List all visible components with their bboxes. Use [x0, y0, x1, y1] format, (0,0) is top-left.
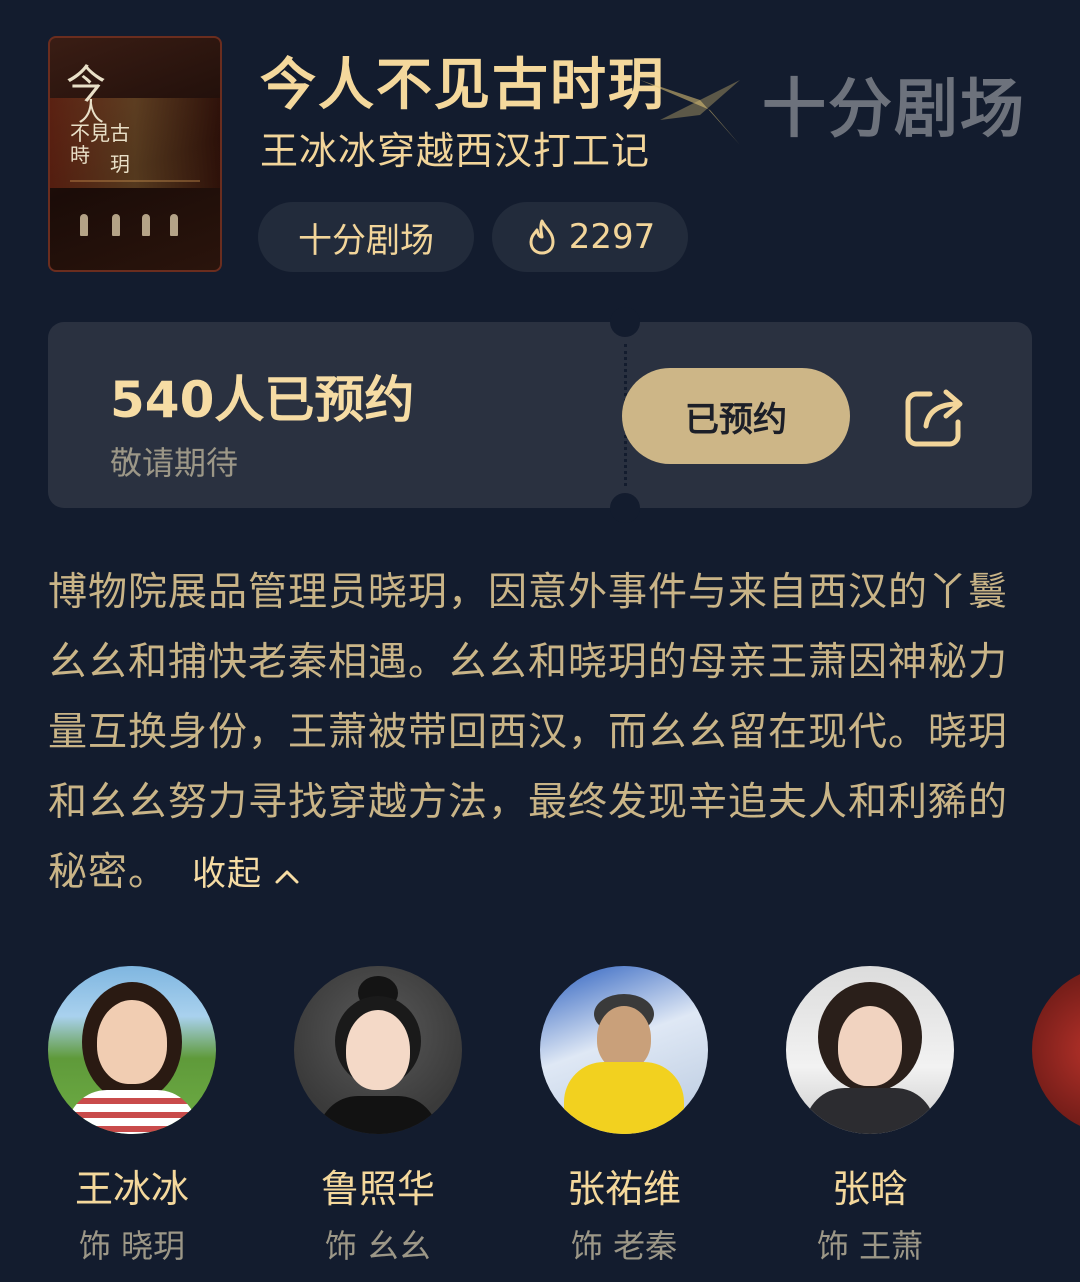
- reservation-card: 540人已预约 敬请期待 已预约: [48, 307, 1032, 523]
- cast-role: 饰 幺幺: [324, 1227, 432, 1265]
- cast-member[interactable]: 王冰冰 饰 晓玥: [48, 966, 216, 1267]
- show-subtitle: 王冰冰穿越西汉打工记: [260, 129, 651, 173]
- chevron-up-icon: [275, 870, 299, 884]
- watermark-logo-icon: [640, 80, 740, 145]
- collapse-label: 收起: [192, 854, 263, 894]
- cast-member-partial[interactable]: [1032, 966, 1080, 1134]
- flame-icon: [529, 219, 555, 255]
- reservation-count: 540人已预约: [110, 371, 415, 429]
- description-text: 博物院展品管理员晓玥，因意外事件与来自西汉的丫鬟幺幺和捕快老秦相遇。幺幺和晓玥的…: [48, 570, 1009, 895]
- show-poster[interactable]: 今 人 不見古時 玥: [48, 36, 222, 272]
- cast-name: 王冰冰: [74, 1167, 189, 1211]
- cast-member[interactable]: 张祐维 饰 老秦: [540, 966, 708, 1267]
- collapse-link[interactable]: 收起: [192, 854, 300, 894]
- cast-member[interactable]: 鲁照华 饰 幺幺: [294, 966, 462, 1267]
- cast-name: 鲁照华: [320, 1167, 435, 1211]
- avatar: [48, 966, 216, 1134]
- studio-chip-label: 十分剧场: [298, 220, 434, 261]
- reserved-button[interactable]: 已预约: [622, 368, 850, 464]
- cast-name: 张晗: [831, 1167, 908, 1211]
- studio-chip[interactable]: 十分剧场: [258, 202, 474, 272]
- heat-count: 2297: [568, 217, 656, 257]
- heat-chip[interactable]: 2297: [492, 202, 688, 272]
- avatar: [1032, 966, 1080, 1134]
- share-icon[interactable]: [900, 382, 970, 452]
- cast-role: 饰 老秦: [570, 1227, 678, 1265]
- cast-member[interactable]: 张晗 饰 王萧: [786, 966, 954, 1267]
- watermark-text: 十分剧场: [762, 72, 1026, 147]
- cast-list: 王冰冰 饰 晓玥 鲁照华 饰 幺幺 张祐维 饰 老秦 张晗 饰 王萧: [48, 966, 1080, 1266]
- avatar: [294, 966, 462, 1134]
- reservation-hint: 敬请期待: [110, 444, 239, 482]
- show-title: 今人不见古时玥: [260, 53, 666, 118]
- cast-role: 饰 王萧: [816, 1227, 924, 1265]
- avatar: [540, 966, 708, 1134]
- show-description: 博物院展品管理员晓玥，因意外事件与来自西汉的丫鬟幺幺和捕快老秦相遇。幺幺和晓玥的…: [48, 558, 1038, 909]
- show-detail-page: 今 人 不見古時 玥 今人不见古时玥 王冰冰穿越西汉打工记 十分剧场 十分剧场 …: [0, 0, 1080, 1282]
- cast-role: 饰 晓玥: [78, 1227, 186, 1265]
- cast-name: 张祐维: [566, 1167, 681, 1211]
- avatar: [786, 966, 954, 1134]
